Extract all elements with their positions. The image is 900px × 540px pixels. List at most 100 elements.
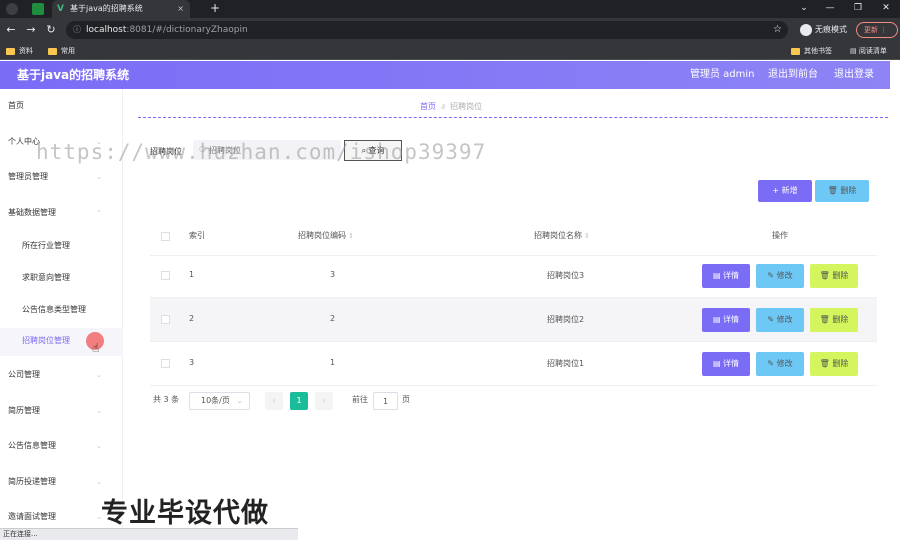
add-button[interactable]: + 新增 (758, 180, 812, 202)
back-to-front-link[interactable]: 退出到前台 (768, 61, 818, 89)
col-name[interactable]: 招聘岗位名称 ⇕ (534, 230, 590, 241)
sidebar-item-company[interactable]: 公司管理 ⌄ (8, 369, 116, 381)
reading-list-label: 阅读清单 (858, 47, 887, 55)
sort-icon[interactable]: ⇕ (348, 232, 354, 240)
row-checkbox[interactable] (161, 315, 170, 324)
detail-button[interactable]: ▤ 详情 (702, 352, 750, 376)
reload-icon[interactable]: ↻ (44, 22, 58, 38)
forward-icon[interactable]: → (24, 22, 38, 38)
trash-icon: 🗑 (827, 186, 838, 195)
bookmark-label: 资料 (19, 47, 33, 55)
update-button[interactable]: 更新 ⋮ (856, 22, 898, 38)
cell-index: 3 (189, 358, 195, 367)
breadcrumb-current: 招聘岗位 (450, 102, 483, 111)
table-header: 索引 招聘岗位编码 ⇕ 招聘岗位名称 ⇕ 操作 (150, 216, 877, 256)
browser-tab-active[interactable]: V 基于java的招聘系统 × (52, 0, 190, 18)
update-label: 更新 (864, 26, 878, 34)
folder-icon (6, 47, 15, 55)
document-icon: ▤ (712, 271, 721, 280)
col-code-label: 招聘岗位编码 (298, 231, 346, 240)
edit-button[interactable]: ✎ 修改 (756, 352, 804, 376)
detail-button[interactable]: ▤ 详情 (702, 264, 750, 288)
chevron-down-icon: ⌄ (236, 396, 243, 405)
select-all-checkbox[interactable] (161, 232, 170, 241)
bookmarks-bar: 资料 常用 其他书签 ▤ 阅读清单 (0, 42, 900, 60)
logout-link[interactable]: 退出登录 (834, 61, 874, 89)
pagination-total: 共 3 条 (153, 395, 180, 404)
delete-button[interactable]: 🗑 删除 (810, 352, 858, 376)
sidebar-item-job-intention[interactable]: 求职意向管理 (22, 272, 70, 284)
sidebar-item-notice-type[interactable]: 公告信息类型管理 (22, 304, 86, 316)
detail-button[interactable]: ▤ 详情 (702, 308, 750, 332)
minimize-icon[interactable]: — (820, 0, 840, 16)
trash-icon: 🗑 (819, 359, 830, 368)
chrome-menu-icon[interactable] (6, 3, 18, 15)
page-size-select[interactable]: 10条/页 ⌄ (189, 392, 250, 410)
promo-caption: 专业毕设代做 (101, 498, 269, 529)
chevron-down-icon: ⌄ (96, 442, 102, 450)
delete-button[interactable]: 🗑 删除 (810, 308, 858, 332)
maximize-icon[interactable]: ❐ (848, 0, 868, 16)
cell-code: 2 (330, 314, 336, 323)
bookmark-folder-2[interactable]: 常用 (48, 45, 75, 57)
edit-button[interactable]: ✎ 修改 (756, 264, 804, 288)
delete-label: 删除 (832, 315, 849, 324)
sidebar-item-notice[interactable]: 公告信息管理 ⌄ (8, 440, 116, 452)
close-window-icon[interactable]: ✕ (876, 0, 896, 16)
other-bookmarks-label: 其他书签 (804, 47, 832, 55)
breadcrumb-home[interactable]: 首页 (420, 102, 436, 111)
goto-suffix: 页 (402, 395, 410, 404)
data-table: 索引 招聘岗位编码 ⇕ 招聘岗位名称 ⇕ 操作 1 3 招聘岗位3 ▤ 详情 ✎ 修… (150, 216, 877, 388)
edit-label: 修改 (776, 271, 793, 280)
sidebar-item-label: 公司管理 (8, 370, 40, 379)
new-tab-icon[interactable]: + (210, 0, 220, 17)
back-icon[interactable]: ← (4, 22, 18, 38)
delete-button[interactable]: 🗑 删除 (810, 264, 858, 288)
bookmark-label: 常用 (61, 47, 75, 55)
row-checkbox[interactable] (161, 271, 170, 280)
page-number-current[interactable]: 1 (290, 392, 308, 410)
sidebar-item-resume[interactable]: 简历管理 ⌄ (8, 405, 116, 417)
sidebar-item-admin[interactable]: 管理员管理 ⌄ (8, 171, 116, 183)
sidebar-item-label: 基础数据管理 (8, 208, 56, 217)
pinned-tab-icon[interactable] (32, 3, 44, 15)
row-checkbox[interactable] (161, 359, 170, 368)
document-icon: ▤ (712, 359, 721, 368)
bookmark-star-icon[interactable]: ☆ (773, 21, 782, 39)
next-page-button[interactable]: › (315, 392, 333, 410)
sidebar-item-resume-delivery[interactable]: 简历投递管理 ⌄ (8, 476, 116, 488)
sidebar-item-job-position[interactable]: 招聘岗位管理 (22, 335, 70, 347)
document-icon: ▤ (712, 315, 721, 324)
incognito-indicator[interactable]: 无痕模式 (800, 22, 847, 38)
sidebar-item-basic-data[interactable]: 基础数据管理 ⌃ (8, 207, 116, 219)
trash-icon: 🗑 (819, 315, 830, 324)
tab-title: 基于java的招聘系统 (70, 4, 143, 13)
col-code[interactable]: 招聘岗位编码 ⇕ (298, 230, 354, 241)
sidebar-item-label: 邀请面试管理 (8, 512, 56, 521)
sort-icon[interactable]: ⇕ (584, 232, 590, 240)
edit-button[interactable]: ✎ 修改 (756, 308, 804, 332)
site-info-icon[interactable]: ⓘ (73, 21, 81, 39)
other-bookmarks[interactable]: 其他书签 (791, 45, 832, 57)
sidebar-item-interview[interactable]: 邀请面试管理 ⌄ (8, 511, 116, 523)
reading-list[interactable]: ▤ 阅读清单 (850, 45, 887, 57)
page-size-value: 10条/页 (201, 396, 230, 405)
goto-prefix: 前往 (352, 395, 368, 404)
add-label: 新增 (781, 186, 798, 195)
col-actions: 操作 (772, 231, 788, 240)
tab-close-icon[interactable]: × (177, 0, 184, 18)
goto-page-input[interactable] (373, 392, 398, 410)
cell-index: 1 (189, 270, 195, 279)
sidebar-item-label: 管理员管理 (8, 172, 48, 181)
cell-code: 1 (330, 358, 336, 367)
batch-delete-label: 删除 (840, 186, 857, 195)
divider (138, 117, 888, 118)
tab-search-icon[interactable]: ⌄ (794, 0, 814, 16)
prev-page-button[interactable]: ‹ (265, 392, 283, 410)
batch-delete-button[interactable]: 🗑 删除 (815, 180, 869, 202)
chevron-up-icon: ⌃ (96, 209, 102, 217)
address-bar[interactable]: ⓘ localhost:8081/#/dictionaryZhaopin ☆ (66, 21, 788, 39)
sidebar-item-home[interactable]: 首页 (8, 100, 24, 112)
sidebar-item-industry[interactable]: 所在行业管理 (22, 240, 70, 252)
bookmark-folder-1[interactable]: 资料 (6, 45, 33, 57)
